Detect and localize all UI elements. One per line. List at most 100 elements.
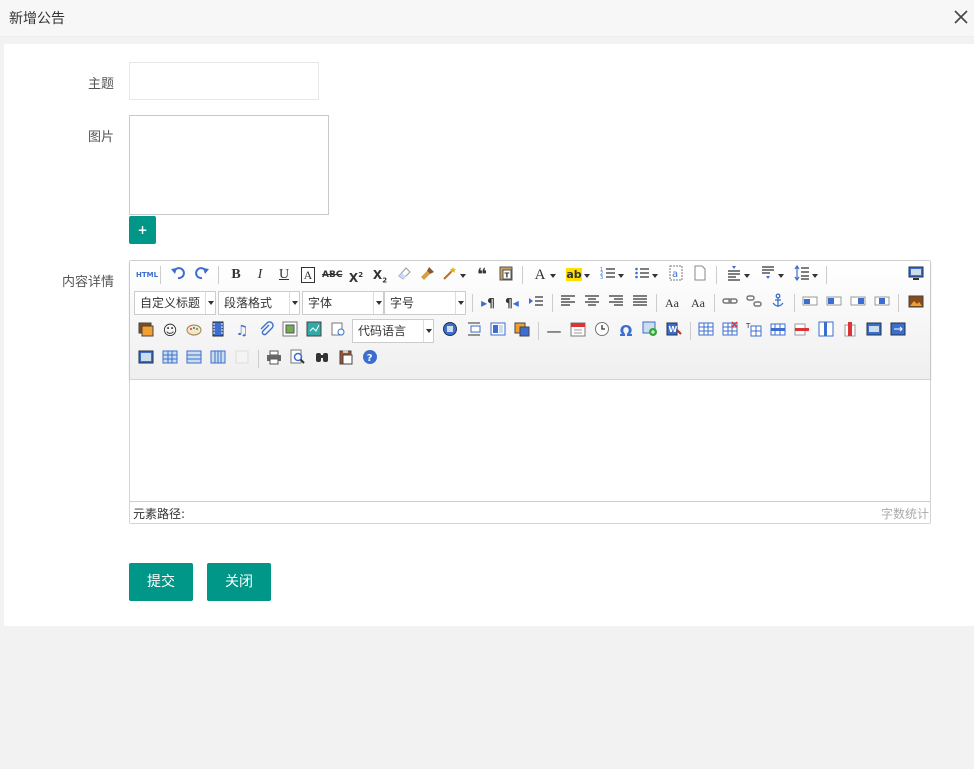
superscript-icon[interactable]: X2 [346, 265, 366, 285]
delete-table-icon[interactable] [720, 321, 740, 341]
insert-col-icon[interactable] [816, 321, 836, 341]
anchor-icon[interactable] [768, 293, 788, 313]
toolbar-row-2: 自定义标题 段落格式 字体 字号 ▸¶ ¶◂ Aa Aa [134, 291, 924, 315]
page-break-icon[interactable] [328, 321, 348, 341]
special-char-icon[interactable]: Ω [616, 321, 636, 341]
source-html-button[interactable]: HTML [136, 265, 158, 285]
uppercase-icon[interactable]: Aa [662, 293, 682, 313]
insert-table-icon[interactable] [696, 321, 716, 341]
close-button[interactable]: 关闭 [207, 563, 271, 601]
toolbar-row-3: ☺ ♫ 代码语言 — Ω W T [134, 319, 924, 343]
image-center-icon[interactable] [872, 293, 892, 313]
row-spacing-top-icon[interactable] [724, 265, 750, 285]
print-icon[interactable] [264, 349, 284, 369]
insert-video-icon[interactable] [208, 321, 228, 341]
line-height-icon[interactable] [792, 264, 818, 285]
format-brush-icon[interactable] [418, 265, 438, 285]
row-spacing-bottom-icon[interactable] [758, 265, 784, 285]
bold-icon[interactable]: B [226, 265, 246, 285]
dialog-title: 新增公告 [9, 11, 65, 27]
editor-content-area[interactable] [130, 380, 930, 500]
subscript-icon[interactable]: X2 [370, 265, 390, 285]
help-icon[interactable]: ? [360, 349, 380, 369]
ltr-direction-icon[interactable]: ▸¶ [478, 293, 498, 313]
paste-text-icon[interactable]: T [496, 265, 516, 285]
insert-para-before-table-icon[interactable]: T [744, 321, 764, 341]
editor-statusbar: 元素路径: 字数统计 [130, 501, 930, 523]
font-size-select[interactable]: 字号 [384, 291, 466, 315]
auto-format-icon[interactable] [440, 265, 466, 285]
italic-icon[interactable]: I [250, 265, 270, 285]
redo-icon[interactable] [192, 265, 212, 285]
unlink-icon[interactable] [744, 293, 764, 313]
svg-text:a: a [672, 269, 678, 280]
align-justify-icon[interactable] [630, 293, 650, 313]
time-icon[interactable] [592, 321, 612, 341]
emotion-icon[interactable]: ☺ [160, 321, 180, 341]
split-to-cols-icon[interactable] [208, 349, 228, 369]
svg-text:W: W [669, 325, 678, 334]
dialog-titlebar: 新增公告 [0, 0, 974, 37]
search-replace-icon[interactable] [312, 349, 332, 369]
strikethrough-icon[interactable]: ABC [322, 265, 342, 285]
background-icon[interactable] [488, 321, 508, 341]
align-left-icon[interactable] [558, 293, 578, 313]
underline-icon[interactable]: U [274, 265, 294, 285]
image-right-icon[interactable] [848, 293, 868, 313]
select-all-icon[interactable]: a [666, 265, 686, 285]
align-center-icon[interactable] [582, 293, 602, 313]
rtl-direction-icon[interactable]: ¶◂ [502, 293, 522, 313]
music-icon[interactable]: ♫ [232, 321, 252, 341]
submit-button[interactable]: 提交 [129, 563, 193, 601]
subject-input[interactable] [129, 62, 319, 100]
word-doc-icon[interactable]: W [664, 321, 684, 341]
split-to-rows-icon[interactable] [184, 349, 204, 369]
clear-document-icon[interactable] [690, 265, 710, 285]
form-panel: 主题 图片 + 内容详情 HTML B I U A ABC X2 X2 ❝ T … [4, 44, 974, 626]
attachment-icon[interactable] [256, 321, 276, 341]
horizontal-rule-icon[interactable]: — [544, 321, 564, 341]
date-icon[interactable] [568, 321, 588, 341]
add-image-button[interactable]: + [129, 216, 156, 244]
align-right-icon[interactable] [606, 293, 626, 313]
delete-row-icon[interactable] [792, 321, 812, 341]
link-icon[interactable] [720, 293, 740, 313]
fullscreen-icon[interactable] [906, 265, 926, 285]
background-color-icon[interactable]: ab [564, 265, 590, 285]
code-language-select[interactable]: 代码语言 [352, 319, 434, 343]
undo-icon[interactable] [168, 265, 188, 285]
merge-cells-icon[interactable] [864, 321, 884, 341]
font-border-icon[interactable]: A [298, 265, 318, 285]
insert-code-icon[interactable] [304, 321, 324, 341]
image-none-icon[interactable] [800, 293, 820, 313]
image-left-icon[interactable] [824, 293, 844, 313]
eraser-icon[interactable] [394, 265, 414, 285]
lowercase-icon[interactable]: Aa [688, 293, 708, 313]
font-family-select[interactable]: 字体 [302, 291, 384, 315]
blockquote-icon[interactable]: ❝ [472, 265, 492, 285]
insert-frame-icon[interactable] [280, 321, 300, 341]
ordered-list-icon[interactable]: 123 [598, 265, 624, 285]
custom-heading-select[interactable]: 自定义标题 [134, 291, 216, 315]
preview-icon[interactable] [288, 349, 308, 369]
multi-image-icon[interactable] [136, 321, 156, 341]
wordimage-icon[interactable] [640, 321, 660, 341]
scrawl-icon[interactable] [184, 321, 204, 341]
merge-right-icon[interactable] [888, 321, 908, 341]
template-icon[interactable] [440, 321, 460, 341]
paragraph-format-select[interactable]: 段落格式 [218, 291, 300, 315]
insert-image-icon[interactable] [906, 293, 926, 313]
toolbar-row-1: HTML B I U A ABC X2 X2 ❝ T A ab 1 2 3 a [134, 263, 924, 287]
webapp-icon[interactable] [512, 321, 532, 341]
font-color-icon[interactable]: A [530, 265, 556, 285]
close-icon[interactable] [950, 6, 972, 28]
split-to-cells-icon[interactable] [160, 349, 180, 369]
unordered-list-icon[interactable] [632, 265, 658, 285]
drafts-icon[interactable] [336, 349, 356, 369]
insert-row-icon[interactable] [768, 321, 788, 341]
insert-order-icon[interactable] [464, 321, 484, 341]
merge-down-icon[interactable] [136, 349, 156, 369]
indent-icon[interactable] [526, 293, 546, 313]
charts-icon[interactable] [232, 349, 252, 369]
delete-col-icon[interactable] [840, 321, 860, 341]
